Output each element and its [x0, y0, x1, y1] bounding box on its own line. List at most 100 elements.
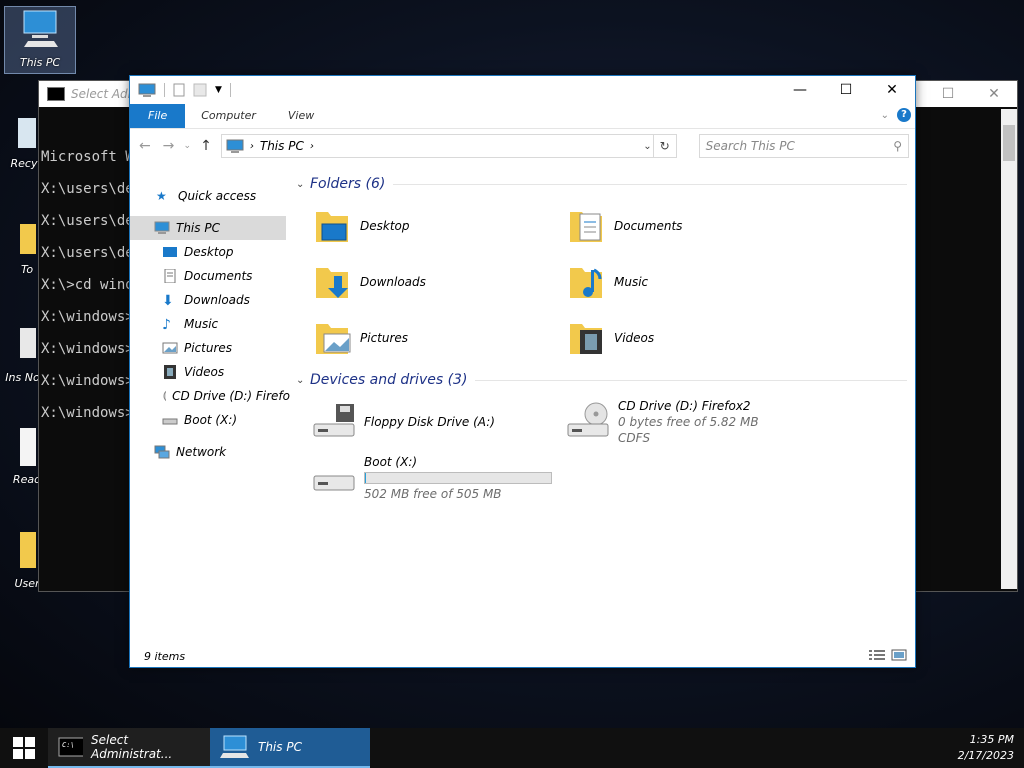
close-button[interactable]: ✕: [869, 76, 915, 104]
help-icon[interactable]: ?: [897, 108, 911, 122]
group-title: Folders (6): [310, 176, 386, 192]
videos-folder-icon: [570, 324, 602, 354]
tab-view[interactable]: View: [272, 104, 330, 128]
breadcrumb-chevron-icon[interactable]: ›: [310, 141, 314, 152]
drive-boot[interactable]: Boot (X:) 502 MB free of 505 MB: [312, 450, 566, 506]
maximize-button[interactable]: ☐: [823, 76, 869, 104]
this-pc-icon: [138, 83, 156, 97]
folder-downloads[interactable]: Downloads: [312, 254, 566, 310]
address-bar[interactable]: › This PC › ⌄ ↻: [220, 134, 677, 158]
new-folder-icon[interactable]: [193, 83, 207, 97]
floppy-drive-icon: [313, 404, 355, 437]
this-pc-icon: [154, 221, 170, 234]
taskbar-this-pc-button[interactable]: This PC: [210, 728, 370, 768]
folder-pictures[interactable]: Pictures: [312, 310, 566, 366]
details-view-icon[interactable]: [869, 649, 885, 661]
documents-folder-icon: [570, 212, 602, 242]
download-arrow-icon: ⬇: [162, 293, 174, 309]
folder-label: Music: [614, 275, 649, 289]
desktop-folder-icon: [316, 212, 348, 242]
tab-computer[interactable]: Computer: [185, 104, 272, 128]
clock-time: 1:35 PM: [969, 733, 1014, 746]
nav-network[interactable]: Network: [130, 440, 290, 464]
nav-this-pc[interactable]: This PC: [130, 216, 286, 240]
drive-floppy[interactable]: Floppy Disk Drive (A:): [312, 394, 566, 450]
this-pc-icon: [226, 139, 244, 153]
breadcrumb-chevron-icon[interactable]: ›: [250, 141, 254, 152]
nav-quick-access[interactable]: ★ Quick access: [130, 184, 290, 208]
minimize-button[interactable]: —: [777, 76, 823, 104]
nav-desktop[interactable]: Desktop: [130, 240, 290, 264]
ribbon-expand-icon[interactable]: ⌄: [881, 110, 889, 121]
quick-access-toolbar: ▼: [130, 83, 231, 97]
forward-button[interactable]: →: [160, 138, 178, 154]
cd-drive-icon: [163, 390, 167, 402]
nav-music[interactable]: ♪ Music: [130, 312, 290, 336]
network-icon: [154, 445, 170, 459]
nav-boot[interactable]: Boot (X:): [130, 408, 290, 432]
explorer-titlebar[interactable]: ▼ — ☐ ✕: [130, 76, 915, 104]
collapse-chevron-icon[interactable]: ⌄: [296, 179, 310, 190]
refresh-button[interactable]: ↻: [652, 135, 676, 157]
folder-desktop[interactable]: Desktop: [312, 198, 566, 254]
nav-videos[interactable]: Videos: [130, 360, 290, 384]
ribbon-tabs: File Computer View ⌄ ?: [130, 104, 915, 129]
cmd-icon: C:\: [58, 737, 84, 757]
explorer-window[interactable]: ▼ — ☐ ✕ File Computer View ⌄ ? ← → ⌄ ↑ ›…: [129, 75, 916, 668]
folder-music[interactable]: Music: [566, 254, 820, 310]
folders-group-header[interactable]: ⌄ Folders (6): [296, 170, 915, 198]
cmd-close-button[interactable]: ✕: [971, 81, 1017, 107]
start-button[interactable]: [0, 728, 48, 768]
nav-label: Videos: [184, 365, 225, 379]
collapse-chevron-icon[interactable]: ⌄: [296, 375, 310, 386]
monitor-icon: [23, 10, 58, 47]
properties-icon[interactable]: [173, 83, 185, 97]
navigation-pane[interactable]: ★ Quick access This PC Desktop Documents …: [130, 184, 290, 644]
desktop-icon-this-pc[interactable]: This PC: [4, 6, 76, 74]
address-row: ← → ⌄ ↑ › This PC › ⌄ ↻ Search This PC ⚲: [130, 129, 915, 163]
cmd-scroll-thumb[interactable]: [1003, 125, 1015, 161]
nav-cd-drive[interactable]: CD Drive (D:) Firefo: [130, 384, 290, 408]
nav-downloads[interactable]: ⬇ Downloads: [130, 288, 290, 312]
search-input[interactable]: Search This PC ⚲: [698, 134, 909, 158]
folder-label: Downloads: [360, 275, 426, 289]
clock[interactable]: 1:35 PM 2/17/2023: [958, 732, 1014, 764]
nav-label: Downloads: [184, 293, 250, 307]
nav-documents[interactable]: Documents: [130, 264, 290, 288]
folder-videos[interactable]: Videos: [566, 310, 820, 366]
folders-grid: Desktop Documents Downloads Music Pictur…: [296, 198, 915, 366]
drive-name: CD Drive (D:) Firefox2: [618, 399, 751, 413]
this-pc-icon: [220, 735, 249, 758]
search-placeholder: Search This PC: [705, 139, 795, 153]
up-button[interactable]: ↑: [197, 138, 215, 154]
recent-locations-icon[interactable]: ⌄: [183, 141, 192, 151]
address-dropdown-icon[interactable]: ⌄: [643, 141, 651, 152]
cmd-icon: [47, 87, 65, 101]
folder-documents[interactable]: Documents: [566, 198, 820, 254]
back-button[interactable]: ←: [136, 138, 154, 154]
tab-file[interactable]: File: [130, 104, 186, 128]
pictures-folder-icon: [316, 324, 351, 354]
nav-pictures[interactable]: Pictures: [130, 336, 290, 360]
folder-label: Videos: [614, 331, 655, 345]
cmd-scrollbar[interactable]: [1001, 109, 1017, 589]
taskbar-button-label: Select Administrat...: [91, 733, 173, 761]
cmd-maximize-button[interactable]: ☐: [925, 81, 971, 107]
windows-logo-icon: [13, 737, 35, 759]
content-pane[interactable]: ⌄ Folders (6) Desktop Documents Download…: [296, 170, 915, 630]
desktop-icon-label: This PC: [19, 56, 61, 69]
svg-text:C:\: C:\: [62, 741, 75, 749]
nav-label: Music: [184, 317, 219, 331]
drive-name: Boot (X:): [364, 455, 418, 469]
drive-name: Floppy Disk Drive (A:): [364, 415, 495, 429]
drives-group-header[interactable]: ⌄ Devices and drives (3): [296, 366, 915, 394]
nav-label: This PC: [176, 221, 220, 235]
drive-free-space: 502 MB free of 505 MB: [364, 487, 502, 501]
large-icons-view-icon[interactable]: [891, 649, 907, 661]
taskbar-cmd-button[interactable]: C:\ Select Administrat...: [48, 728, 210, 768]
nav-label: Quick access: [178, 189, 257, 203]
breadcrumb-this-pc[interactable]: This PC: [260, 139, 304, 153]
drive-cd[interactable]: CD Drive (D:) Firefox2 0 bytes free of 5…: [566, 394, 820, 450]
qat-dropdown-icon[interactable]: ▼: [215, 85, 222, 95]
drive-free-space: 0 bytes free of 5.82 MB: [618, 415, 759, 429]
